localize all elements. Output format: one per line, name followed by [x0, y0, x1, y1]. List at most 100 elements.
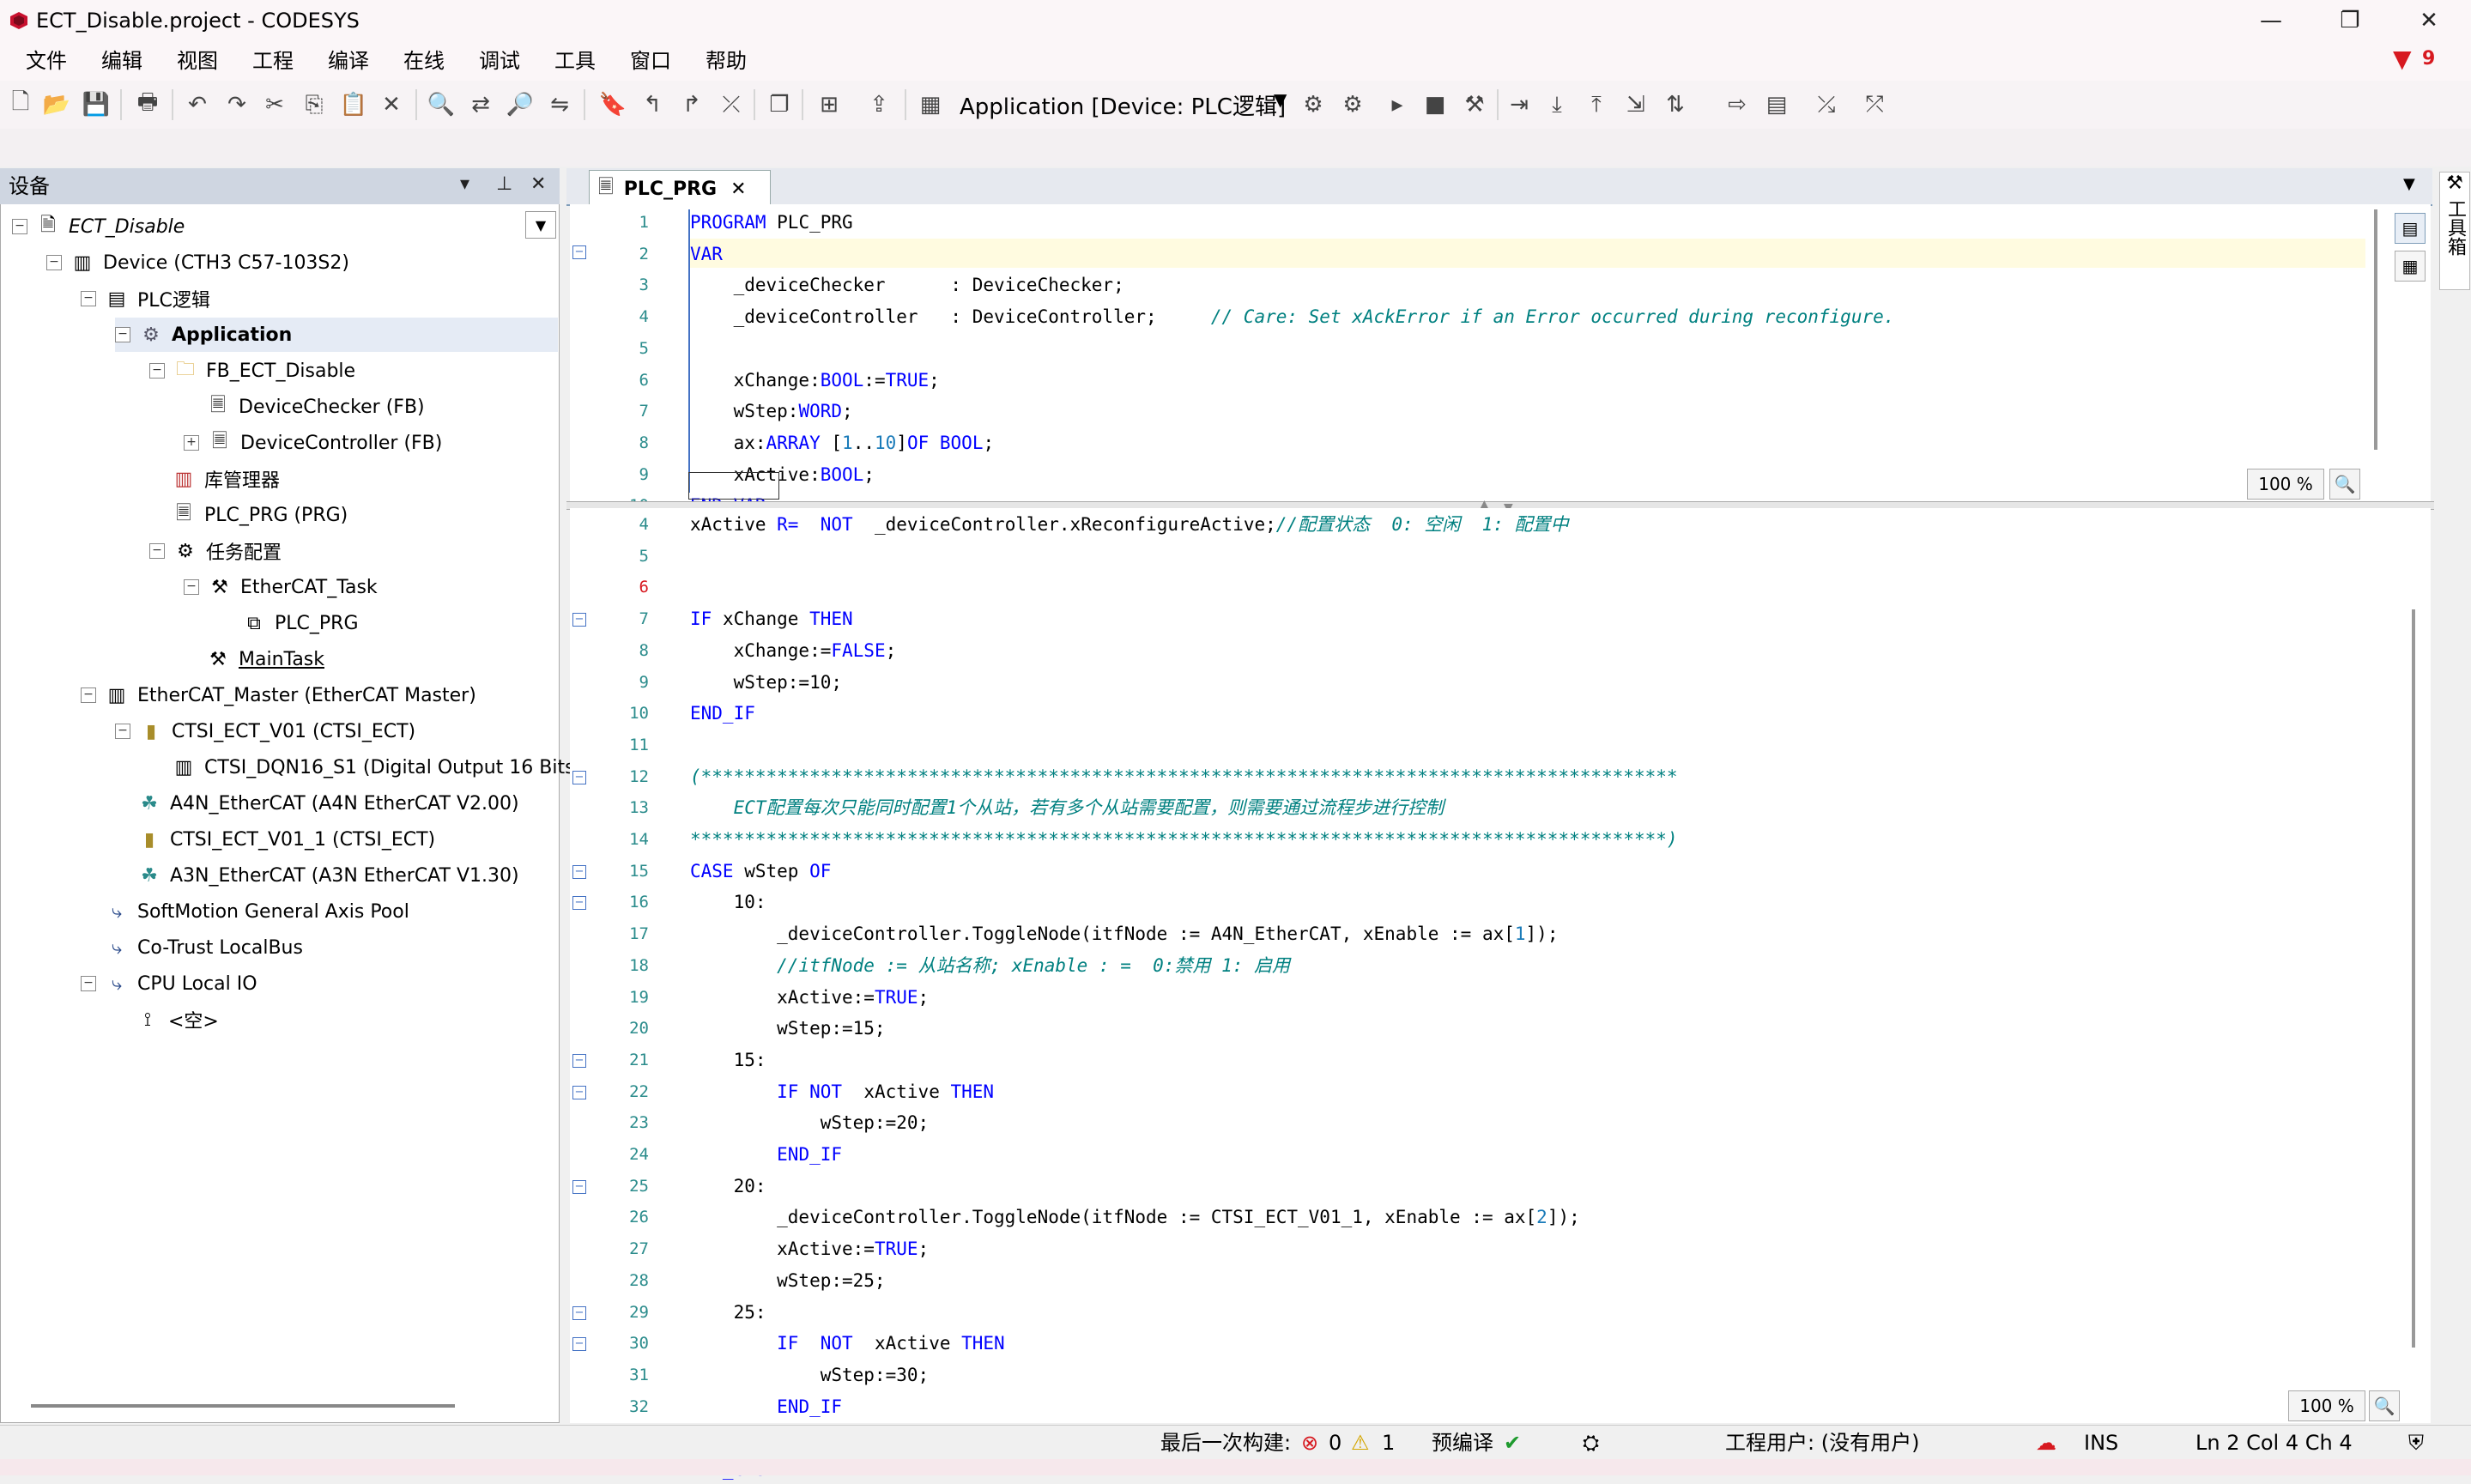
code-line[interactable]: _deviceController.ToggleNode(itfNode := …: [690, 919, 1558, 948]
menu-tools[interactable]: 工具: [554, 46, 596, 76]
copy-icon[interactable]: ⎘: [297, 88, 331, 122]
undo-icon[interactable]: ↶: [180, 88, 215, 122]
error-count[interactable]: 0: [1329, 1428, 1341, 1457]
copy-object-icon[interactable]: ❐: [762, 88, 796, 122]
reset-icon[interactable]: ⚒: [1457, 88, 1492, 122]
tree-node-cotrust-localbus[interactable]: ⤷ Co-Trust LocalBus: [105, 930, 303, 965]
build-icon[interactable]: ▦: [913, 88, 948, 122]
close-tab-icon[interactable]: ✕: [730, 179, 746, 200]
redo-icon[interactable]: ↷: [220, 88, 254, 122]
menu-online[interactable]: 在线: [403, 46, 445, 76]
restore-button[interactable]: ❐: [2311, 0, 2389, 41]
fold-toggle-icon[interactable]: −: [572, 770, 586, 784]
next-bookmark-icon[interactable]: ↱: [675, 88, 709, 122]
find-replace-icon[interactable]: ⇄: [463, 88, 498, 122]
fold-toggle-icon[interactable]: −: [572, 1305, 586, 1320]
code-line[interactable]: ax:ARRAY [1..10]OF BOOL;: [690, 428, 995, 457]
step-into-icon[interactable]: ⤓: [1540, 88, 1574, 122]
code-line[interactable]: CASE wStep OF: [690, 857, 831, 886]
tree-options-dropdown[interactable]: ▼: [525, 211, 556, 239]
code-line[interactable]: xActive:=TRUE;: [690, 1234, 929, 1263]
code-line[interactable]: 25:: [690, 1298, 766, 1327]
menu-project[interactable]: 工程: [252, 46, 294, 76]
tree-node-project[interactable]: − 🗎 ECT_Disable: [12, 209, 185, 244]
tree-node-device[interactable]: − ▥ Device (CTH3 C57-103S2): [46, 245, 349, 280]
implementation-vertical-scrollbar[interactable]: [2412, 609, 2415, 1348]
devices-horizontal-scrollbar[interactable]: [31, 1404, 455, 1408]
tab-list-chevron-icon[interactable]: ▼: [2403, 175, 2415, 193]
fold-toggle-icon[interactable]: −: [572, 1179, 586, 1194]
menu-help[interactable]: 帮助: [706, 46, 747, 76]
find-icon[interactable]: 🔍: [424, 88, 458, 122]
tabular-view-icon[interactable]: ▦: [2395, 251, 2426, 282]
step-out-icon[interactable]: ⤒: [1579, 88, 1614, 122]
zoom-icon[interactable]: 🔍: [2329, 469, 2360, 500]
fold-toggle-icon[interactable]: −: [572, 1085, 586, 1099]
tree-node-softmotion-axis-pool[interactable]: ⤷ SoftMotion General Axis Pool: [105, 894, 409, 929]
tree-node-library-manager[interactable]: ▥ 库管理器: [172, 462, 280, 496]
code-line[interactable]: wStep:=30;: [690, 1360, 929, 1390]
code-line[interactable]: IF xChange THEN: [690, 604, 853, 633]
tree-node-ethercat-master[interactable]: − ▥ EtherCAT_Master (EtherCAT Master): [81, 678, 476, 712]
tree-node-maintask[interactable]: ⚒ MainTask: [206, 642, 324, 676]
declaration-vertical-scrollbar[interactable]: [2374, 209, 2377, 450]
code-line[interactable]: IF NOT xActive THEN: [690, 1329, 1005, 1358]
zoom-level-top[interactable]: 100 %: [2247, 469, 2324, 500]
expand-icon[interactable]: +: [184, 435, 199, 451]
code-line[interactable]: ECT配置每次只能同时配置1个从站，若有多个从站需要配置，则需要通过流程步进行控…: [690, 793, 1444, 822]
add-object-icon[interactable]: ⊞: [812, 88, 846, 122]
menu-window[interactable]: 窗口: [630, 46, 671, 76]
new-file-icon[interactable]: 🗋: [3, 88, 38, 122]
code-line[interactable]: END_IF: [690, 699, 755, 728]
precompile-ok-icon[interactable]: ✔: [1504, 1428, 1521, 1457]
tree-node-application[interactable]: − ⚙ Application: [115, 318, 558, 352]
code-line[interactable]: 15:: [690, 1045, 766, 1075]
tree-node-fb-ect-disable[interactable]: − 🗀 FB_ECT_Disable: [149, 354, 355, 388]
collapse-icon[interactable]: −: [81, 687, 96, 703]
menu-edit[interactable]: 编辑: [101, 46, 142, 76]
code-line[interactable]: _deviceController : DeviceController; //…: [690, 302, 1895, 331]
tree-node-a3n-ethercat[interactable]: ☘ A3N_EtherCAT (A3N EtherCAT V1.30): [137, 858, 518, 893]
code-line[interactable]: wStep:=10;: [690, 668, 842, 697]
paste-icon[interactable]: 📋: [336, 88, 371, 122]
tab-plc-prg[interactable]: 🗏 PLC_PRG ✕: [589, 170, 771, 207]
tree-node-devicecontroller[interactable]: + 🗏 DeviceController (FB): [184, 426, 442, 460]
tree-node-cpu-local-io[interactable]: − ⤷ CPU Local IO: [81, 966, 257, 1001]
fold-toggle-icon[interactable]: −: [572, 1053, 586, 1068]
panel-menu-chevron-icon[interactable]: ▾: [460, 173, 469, 195]
tree-node-plc-prg[interactable]: 🗏 PLC_PRG (PRG): [172, 498, 348, 532]
collapse-icon[interactable]: −: [81, 976, 96, 991]
insert-mode[interactable]: INS: [2084, 1428, 2118, 1457]
fold-toggle-icon[interactable]: −: [572, 896, 586, 911]
code-line[interactable]: wStep:=20;: [690, 1108, 929, 1137]
code-line[interactable]: END_IF: [690, 1392, 842, 1421]
tree-node-ctsi-ect-v01-1[interactable]: ▮ CTSI_ECT_V01_1 (CTSI_ECT): [137, 822, 435, 857]
open-folder-icon[interactable]: 📂: [39, 88, 74, 122]
code-line[interactable]: _deviceChecker : DeviceChecker;: [690, 270, 1124, 300]
code-line[interactable]: PROGRAM PLC_PRG: [690, 208, 853, 237]
unforce-values-icon[interactable]: ⤱: [1857, 88, 1892, 122]
fold-toggle-icon[interactable]: −: [572, 1337, 586, 1352]
start-icon[interactable]: ▸: [1380, 88, 1414, 122]
tree-node-ctsi-ect-v01[interactable]: − ▮ CTSI_ECT_V01 (CTSI_ECT): [115, 714, 415, 748]
set-next-statement-icon[interactable]: ⇅: [1658, 88, 1693, 122]
collapse-icon[interactable]: −: [149, 363, 165, 379]
tree-node-ethercat-task[interactable]: − ⚒ EtherCAT_Task: [184, 570, 378, 604]
collapse-icon[interactable]: −: [115, 327, 130, 342]
tree-node-plc-logic[interactable]: − ▤ PLC逻辑: [81, 282, 210, 316]
code-line[interactable]: xActive:=TRUE;: [690, 983, 929, 1012]
code-line[interactable]: //itfNode := 从站名称; xEnable : = 0:禁用 1: 启…: [690, 951, 1290, 980]
close-panel-icon[interactable]: ✕: [530, 173, 546, 195]
menu-debug[interactable]: 调试: [479, 46, 520, 76]
code-line[interactable]: _deviceController.ToggleNode(itfNode := …: [690, 1202, 1580, 1232]
menu-view[interactable]: 视图: [177, 46, 218, 76]
collapse-icon[interactable]: −: [46, 255, 62, 270]
code-line[interactable]: 20:: [690, 1172, 766, 1201]
code-line[interactable]: xChange:BOOL:=TRUE;: [690, 366, 940, 395]
save-icon[interactable]: 💾: [79, 88, 113, 122]
export-icon[interactable]: ⇪: [862, 88, 896, 122]
collapse-icon[interactable]: −: [12, 219, 27, 234]
minimize-button[interactable]: —: [2232, 0, 2311, 41]
collapse-icon[interactable]: −: [115, 724, 130, 739]
close-window-button[interactable]: ✕: [2389, 0, 2468, 41]
